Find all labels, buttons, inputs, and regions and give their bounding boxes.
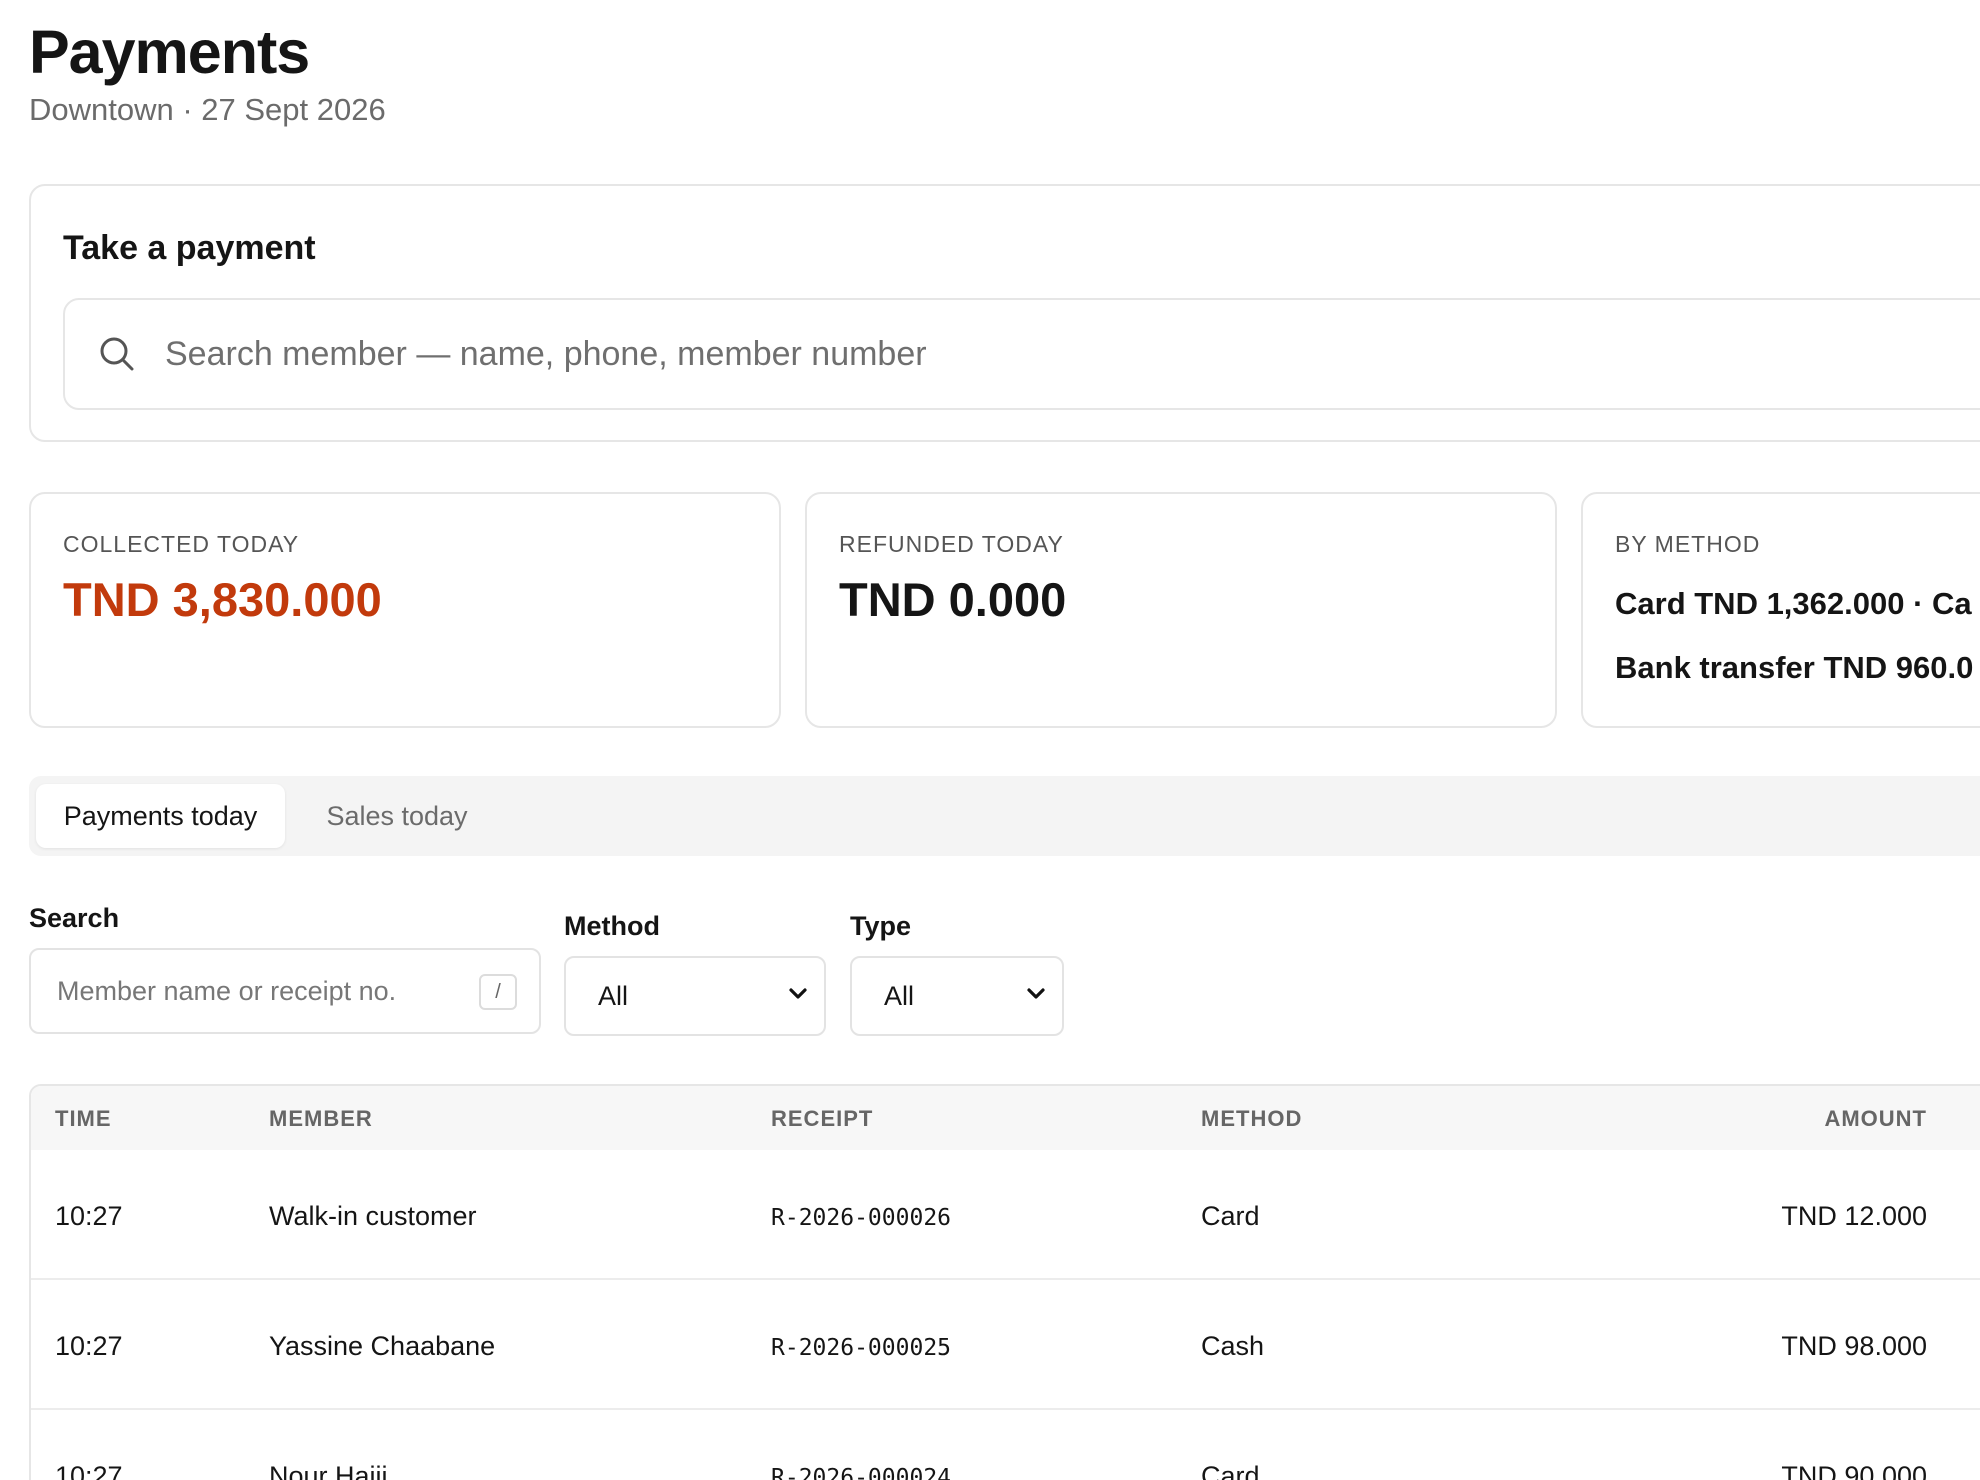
- table-header: TIME MEMBER RECEIPT METHOD AMOUNT: [31, 1086, 1980, 1150]
- chevron-down-icon: [1024, 981, 1048, 1012]
- tab-payments-today[interactable]: Payments today: [36, 784, 285, 848]
- take-payment-card: Take a payment: [29, 184, 1980, 442]
- take-payment-title: Take a payment: [63, 229, 316, 267]
- receipt-search-box[interactable]: /: [29, 948, 541, 1034]
- member-search-input[interactable]: [163, 333, 1367, 375]
- refunded-today-card: REFUNDED TODAY TND 0.000: [805, 492, 1557, 728]
- type-select[interactable]: All: [850, 956, 1064, 1036]
- payments-table: TIME MEMBER RECEIPT METHOD AMOUNT 10:27 …: [29, 1084, 1980, 1480]
- page-subtitle: Downtown · 27 Sept 2026: [29, 92, 386, 127]
- row-member: Nour Hajji: [269, 1461, 388, 1480]
- row-member: Yassine Chaabane: [269, 1331, 496, 1361]
- row-amount: TND 12.000: [1781, 1201, 1927, 1231]
- method-select-value: All: [598, 980, 629, 1011]
- by-method-label: BY METHOD: [1615, 531, 1761, 557]
- row-amount: TND 90.000: [1781, 1461, 1927, 1480]
- row-method: Card: [1201, 1201, 1260, 1231]
- refunded-today-value: TND 0.000: [839, 573, 1067, 626]
- row-time: 10:27: [55, 1201, 123, 1231]
- payments-page: Payments Downtown · 27 Sept 2026 Take a …: [0, 0, 1980, 1480]
- table-row[interactable]: 10:27 Walk-in customer R-2026-000026 Car…: [31, 1150, 1980, 1280]
- receipt-search-input[interactable]: [55, 974, 459, 1008]
- row-time: 10:27: [55, 1331, 123, 1361]
- by-method-card: BY METHOD Card TND 1,362.000 · Ca Bank t…: [1581, 492, 1980, 728]
- column-header-method[interactable]: METHOD: [1201, 1104, 1302, 1134]
- column-header-amount[interactable]: AMOUNT: [1824, 1104, 1927, 1134]
- tab-bar: Payments today Sales today: [29, 776, 1980, 856]
- type-filter-label: Type: [850, 911, 912, 941]
- row-method: Cash: [1201, 1331, 1265, 1361]
- collected-today-label: COLLECTED TODAY: [63, 531, 300, 557]
- search-filter-label: Search: [29, 903, 120, 933]
- member-search-box[interactable]: [63, 298, 1980, 410]
- by-method-line-2: Bank transfer TND 960.0: [1615, 650, 1974, 685]
- by-method-line-1: Card TND 1,362.000 · Ca: [1615, 586, 1972, 621]
- collected-today-value: TND 3,830.000: [63, 573, 382, 626]
- row-time: 10:27: [55, 1461, 123, 1480]
- row-receipt: R-2026-000025: [771, 1335, 952, 1361]
- method-select[interactable]: All: [564, 956, 826, 1036]
- method-filter-label: Method: [564, 911, 660, 941]
- row-receipt: R-2026-000026: [771, 1205, 952, 1231]
- column-header-time[interactable]: TIME: [55, 1104, 112, 1134]
- row-receipt: R-2026-000024: [771, 1465, 952, 1480]
- table-row[interactable]: 10:27 Nour Hajji R-2026-000024 Card TND …: [31, 1410, 1980, 1480]
- table-row[interactable]: 10:27 Yassine Chaabane R-2026-000025 Cas…: [31, 1280, 1980, 1410]
- row-method: Card: [1201, 1461, 1260, 1480]
- chevron-down-icon: [786, 981, 810, 1012]
- collected-today-card: COLLECTED TODAY TND 3,830.000: [29, 492, 781, 728]
- column-header-receipt[interactable]: RECEIPT: [771, 1104, 873, 1134]
- refunded-today-label: REFUNDED TODAY: [839, 531, 1064, 557]
- page-title: Payments: [29, 18, 310, 86]
- column-header-member[interactable]: MEMBER: [269, 1104, 373, 1134]
- tab-sales-today[interactable]: Sales today: [297, 784, 497, 848]
- shortcut-hint: /: [479, 974, 517, 1010]
- row-member: Walk-in customer: [269, 1201, 477, 1231]
- type-select-value: All: [884, 980, 915, 1011]
- row-amount: TND 98.000: [1781, 1331, 1927, 1361]
- search-icon: [97, 334, 137, 374]
